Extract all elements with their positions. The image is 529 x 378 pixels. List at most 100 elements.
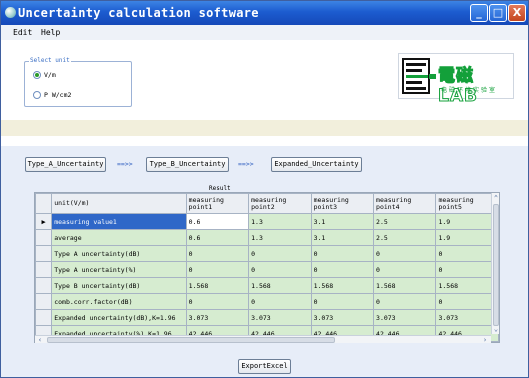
table-cell[interactable]: 0.6	[185, 213, 250, 230]
menu-bar: Edit Help	[1, 25, 528, 40]
table-cell[interactable]: 1.3	[248, 213, 312, 230]
column-header-point5[interactable]: measuring point5	[435, 193, 499, 214]
table-cell[interactable]: average	[51, 229, 187, 246]
export-excel-button[interactable]: ExportExcel	[238, 359, 291, 374]
table-row[interactable]: Type B uncertainty(dB) 1.568 1.568 1.568…	[35, 277, 499, 294]
app-window: Uncertainty calculation software _ □ X E…	[0, 0, 529, 378]
scroll-down-icon[interactable]: ⌄	[492, 325, 500, 333]
close-button[interactable]: X	[508, 4, 526, 22]
row-header	[35, 261, 53, 278]
results-table: unit(V/m) measuring point1 measuring poi…	[35, 193, 499, 342]
current-row-marker: ▶	[35, 213, 53, 230]
table-cell[interactable]: 0	[373, 245, 437, 262]
separator-band	[1, 120, 528, 136]
column-header-point2[interactable]: measuring point2	[248, 193, 312, 214]
table-cell[interactable]: 2.5	[373, 229, 437, 246]
table-cell[interactable]: 1.568	[185, 277, 250, 294]
table-cell[interactable]: 0	[310, 245, 375, 262]
table-cell[interactable]: 0	[185, 261, 250, 278]
table-cell[interactable]: 0	[373, 261, 437, 278]
table-cell[interactable]: 3.073	[373, 309, 437, 326]
scroll-left-icon[interactable]: ‹	[36, 336, 44, 344]
result-label: Result	[209, 185, 231, 192]
results-grid[interactable]: unit(V/m) measuring point1 measuring poi…	[34, 192, 500, 343]
vertical-scroll-thumb[interactable]	[493, 204, 499, 326]
lab-logo-title: 電磁LAB	[438, 66, 478, 107]
vertical-scrollbar[interactable]: ⌃ ⌄	[491, 193, 499, 334]
row-pointer-icon: ▶	[41, 217, 46, 226]
table-row[interactable]: Expanded uncertainty(dB),K=1.96 3.073 3.…	[35, 309, 499, 326]
unit-pwcm2-radio[interactable]	[33, 91, 41, 99]
table-cell[interactable]: 0	[373, 293, 437, 310]
unit-vm-label[interactable]: V/m	[44, 71, 56, 79]
type-a-uncertainty-button[interactable]: Type_A_Uncertainty	[25, 157, 106, 172]
table-cell[interactable]: 0	[248, 293, 312, 310]
table-header-row: unit(V/m) measuring point1 measuring poi…	[35, 193, 499, 214]
table-cell[interactable]: 2.5	[373, 213, 437, 230]
table-cell[interactable]: measuring value1	[51, 213, 187, 230]
unit-vm-radio[interactable]	[33, 71, 41, 79]
row-header	[35, 293, 53, 310]
menu-edit[interactable]: Edit	[13, 28, 32, 37]
lab-logo-subtitle: 电磁环境实验室	[441, 87, 498, 94]
unit-pwcm2-label[interactable]: P W/cm2	[44, 91, 71, 99]
row-header	[35, 309, 53, 326]
table-cell[interactable]: 0.6	[185, 229, 250, 246]
scroll-up-icon[interactable]: ⌃	[492, 194, 500, 202]
table-cell[interactable]: 1.9	[435, 213, 499, 230]
table-cell[interactable]: 0	[185, 245, 250, 262]
table-body: ▶ measuring value1 0.6 1.3 3.1 2.5 1.9 a…	[35, 213, 499, 342]
table-row[interactable]: comb.corr.factor(dB) 0 0 0 0 0	[35, 293, 499, 310]
arrow-a-to-b: ==>>	[117, 160, 133, 168]
table-cell[interactable]: 0	[248, 261, 312, 278]
table-cell[interactable]: 1.568	[310, 277, 375, 294]
maximize-button[interactable]: □	[489, 4, 507, 22]
table-cell[interactable]: 3.073	[435, 309, 499, 326]
table-cell[interactable]: 1.3	[248, 229, 312, 246]
window-title: Uncertainty calculation software	[18, 6, 259, 20]
horizontal-scrollbar[interactable]: ‹ ›	[35, 335, 491, 344]
table-cell[interactable]: 3.1	[310, 213, 375, 230]
table-cell[interactable]: 1.568	[373, 277, 437, 294]
table-cell[interactable]: Type A uncertainty(%)	[51, 261, 187, 278]
table-cell[interactable]: 0	[435, 245, 499, 262]
menu-help[interactable]: Help	[41, 28, 60, 37]
table-row[interactable]: average 0.6 1.3 3.1 2.5 1.9	[35, 229, 499, 246]
table-cell[interactable]: Type A uncertainty(dB)	[51, 245, 187, 262]
table-cell[interactable]: 3.073	[185, 309, 250, 326]
row-header	[35, 229, 53, 246]
table-cell[interactable]: 1.568	[248, 277, 312, 294]
table-cell[interactable]: comb.corr.factor(dB)	[51, 293, 187, 310]
column-header-point1[interactable]: measuring point1	[185, 193, 250, 214]
table-cell[interactable]: 1.9	[435, 229, 499, 246]
scroll-right-icon[interactable]: ›	[481, 336, 489, 344]
table-row[interactable]: Type A uncertainty(%) 0 0 0 0 0	[35, 261, 499, 278]
table-cell[interactable]: Type B uncertainty(dB)	[51, 277, 187, 294]
table-cell[interactable]: 0	[248, 245, 312, 262]
table-row[interactable]: ▶ measuring value1 0.6 1.3 3.1 2.5 1.9	[35, 213, 499, 230]
table-cell[interactable]: 3.073	[248, 309, 312, 326]
minimize-button[interactable]: _	[470, 4, 488, 22]
horizontal-scroll-thumb[interactable]	[47, 337, 335, 343]
unit-groupbox-legend: Select unit	[29, 57, 71, 64]
column-header-point3[interactable]: measuring point3	[310, 193, 375, 214]
column-header-unit[interactable]: unit(V/m)	[51, 193, 187, 214]
table-cell[interactable]: Expanded uncertainty(dB),K=1.96	[51, 309, 187, 326]
arrow-b-to-expanded: ==>>	[238, 160, 254, 168]
table-cell[interactable]: 3.073	[310, 309, 375, 326]
table-cell[interactable]: 0	[185, 293, 250, 310]
row-header-corner	[35, 193, 53, 214]
table-cell[interactable]: 0	[435, 293, 499, 310]
row-header	[35, 277, 53, 294]
row-header	[35, 245, 53, 262]
table-cell[interactable]: 1.568	[435, 277, 499, 294]
expanded-uncertainty-button[interactable]: Expanded_Uncertainty	[271, 157, 362, 172]
type-b-uncertainty-button[interactable]: Type_B_Uncertainty	[146, 157, 229, 172]
table-cell[interactable]: 3.1	[310, 229, 375, 246]
table-cell[interactable]: 0	[435, 261, 499, 278]
table-row[interactable]: Type A uncertainty(dB) 0 0 0 0 0	[35, 245, 499, 262]
table-cell[interactable]: 0	[310, 293, 375, 310]
table-cell[interactable]: 0	[310, 261, 375, 278]
column-header-point4[interactable]: measuring point4	[373, 193, 437, 214]
title-bar[interactable]: Uncertainty calculation software _ □ X	[1, 1, 528, 25]
